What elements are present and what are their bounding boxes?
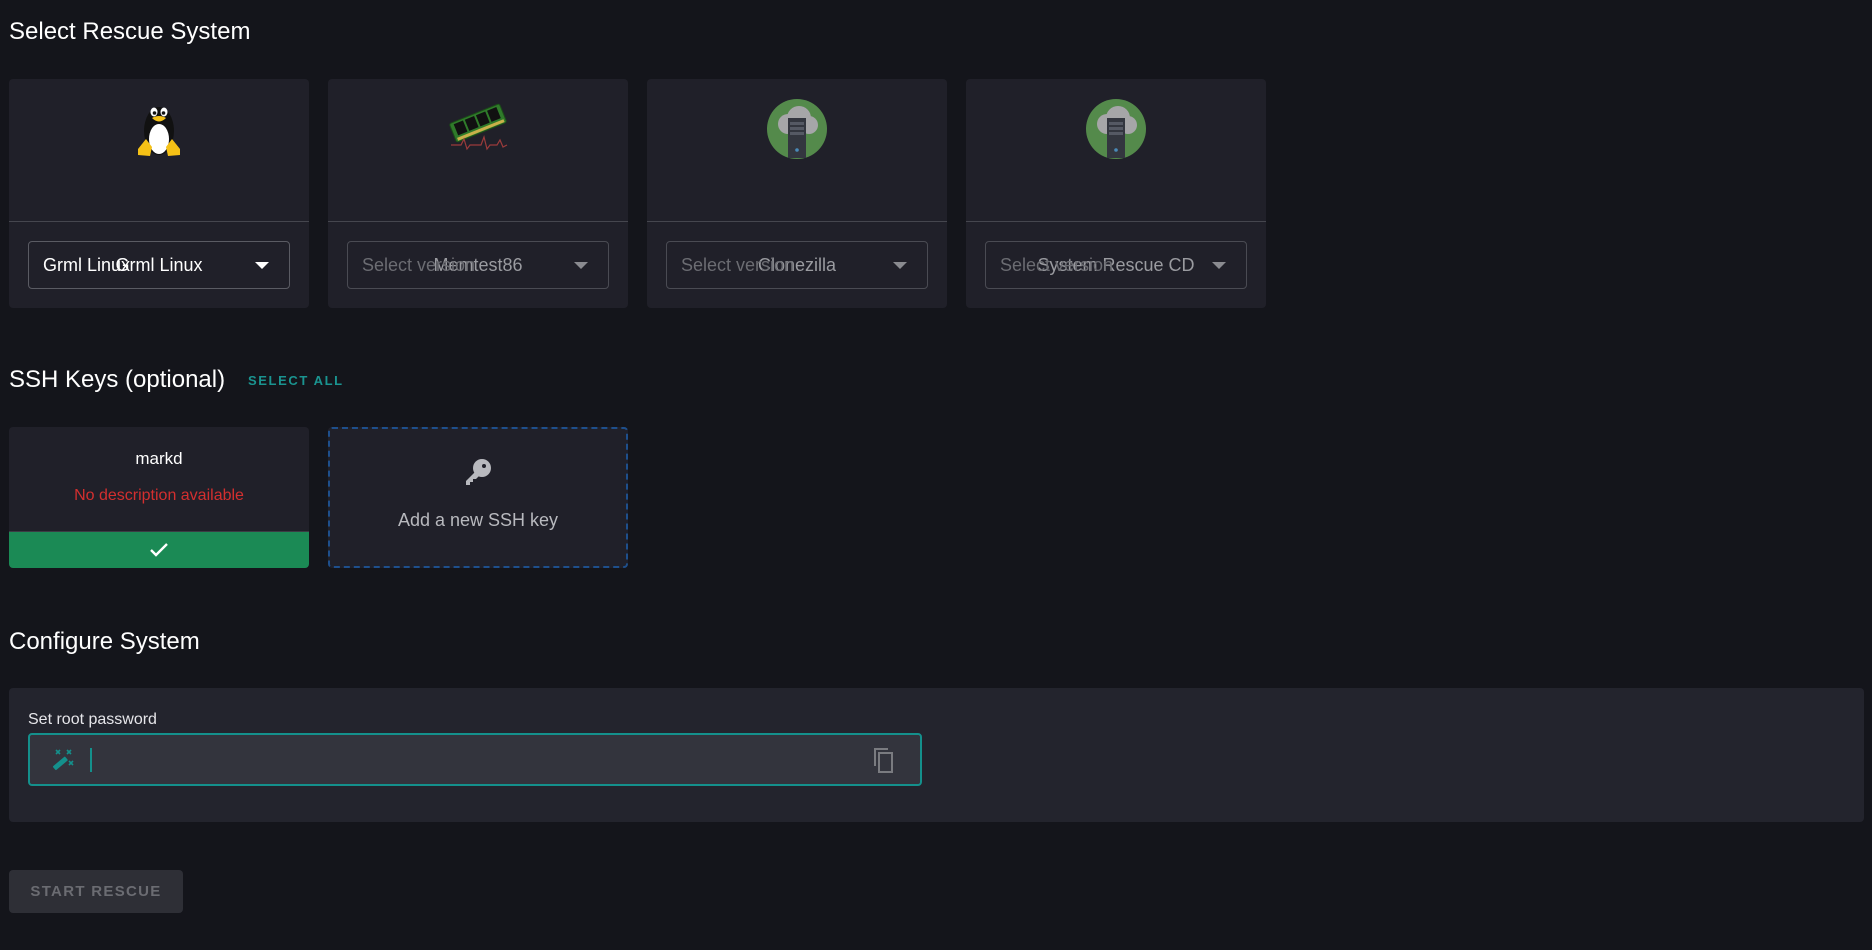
rescue-card-grml-linux[interactable]: Grml Linux Grml Linux: [9, 79, 309, 308]
version-select[interactable]: Select version: [347, 241, 609, 289]
card-divider: [9, 221, 309, 222]
cloud-server-icon: [966, 98, 1266, 160]
tux-penguin-icon: [9, 98, 309, 160]
version-select[interactable]: Select version: [666, 241, 928, 289]
text-caret: [90, 748, 92, 772]
card-divider: [966, 221, 1266, 222]
rescue-card-memtest86[interactable]: Memtest86 Select version: [328, 79, 628, 308]
cloud-server-icon: [647, 98, 947, 160]
root-password-field[interactable]: [28, 733, 922, 786]
key-icon: [330, 457, 626, 487]
copy-icon[interactable]: [872, 746, 898, 779]
config-panel: Set root password: [9, 688, 1864, 822]
root-password-input[interactable]: [96, 735, 860, 784]
version-select-placeholder: Select version: [362, 254, 476, 275]
ssh-key-name: markd: [135, 449, 183, 468]
start-rescue-button[interactable]: START RESCUE: [9, 870, 183, 913]
root-password-label: Set root password: [28, 711, 157, 728]
version-select[interactable]: Select version: [985, 241, 1247, 289]
version-select-value: Grml Linux: [43, 254, 131, 275]
ssh-key-description: No description available: [74, 487, 244, 504]
add-ssh-key-label: Add a new SSH key: [397, 510, 559, 530]
rescue-card-system-rescue-cd[interactable]: System Rescue CD Select version: [966, 79, 1266, 308]
ssh-key-card-markd[interactable]: markd No description available: [9, 427, 309, 568]
memory-module-icon: [328, 98, 628, 160]
card-divider: [647, 221, 947, 222]
dropdown-arrow-icon: [893, 262, 907, 269]
dropdown-arrow-icon: [1212, 262, 1226, 269]
ssh-section-title: SSH Keys (optional): [9, 366, 226, 393]
add-ssh-key-button[interactable]: Add a new SSH key: [328, 427, 628, 568]
rescue-section-title: Select Rescue System: [9, 18, 251, 45]
dropdown-arrow-icon: [255, 262, 269, 269]
version-select[interactable]: Grml Linux: [28, 241, 290, 289]
version-select-placeholder: Select version: [1000, 254, 1114, 275]
config-section-title: Configure System: [9, 628, 200, 655]
rescue-card-clonezilla[interactable]: Clonezilla Select version: [647, 79, 947, 308]
ssh-key-selected-bar[interactable]: [9, 531, 309, 568]
generate-password-wand-icon[interactable]: [50, 747, 78, 778]
card-divider: [328, 221, 628, 222]
version-select-placeholder: Select version: [681, 254, 795, 275]
dropdown-arrow-icon: [574, 262, 588, 269]
checkmark-icon: [150, 543, 168, 557]
select-all-button[interactable]: SELECT ALL: [248, 373, 344, 388]
